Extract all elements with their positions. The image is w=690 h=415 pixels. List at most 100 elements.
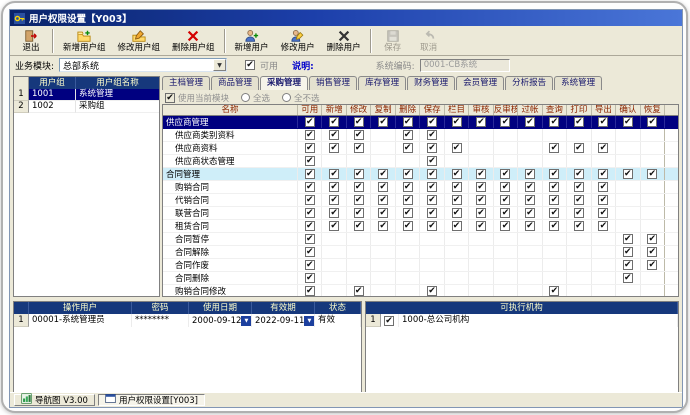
permission-checkbox[interactable]: ✔: [403, 143, 413, 153]
perm-cell[interactable]: [566, 285, 590, 297]
permission-checkbox[interactable]: ✔: [623, 247, 633, 257]
perm-cell[interactable]: [640, 220, 664, 232]
permission-checkbox[interactable]: ✔: [354, 221, 364, 231]
perm-cell[interactable]: ✔: [395, 129, 419, 141]
perm-cell[interactable]: ✔: [615, 259, 639, 271]
perm-cell[interactable]: [321, 272, 345, 284]
permission-checkbox[interactable]: ✔: [378, 169, 388, 179]
permission-checkbox[interactable]: ✔: [378, 208, 388, 218]
perm-cell[interactable]: [640, 181, 664, 193]
permission-checkbox[interactable]: ✔: [525, 221, 535, 231]
perm-row[interactable]: 租赁合同✔✔✔✔✔✔✔✔✔✔✔✔✔: [163, 220, 678, 233]
perm-cell[interactable]: [370, 233, 394, 245]
perm-cell[interactable]: ✔: [297, 233, 321, 245]
permission-checkbox[interactable]: ✔: [305, 260, 315, 270]
permission-checkbox[interactable]: ✔: [378, 182, 388, 192]
perm-cell[interactable]: [321, 285, 345, 297]
perm-cell[interactable]: ✔: [395, 116, 419, 128]
permission-checkbox[interactable]: ✔: [525, 169, 535, 179]
perm-cell[interactable]: [444, 272, 468, 284]
perm-cell[interactable]: [370, 285, 394, 297]
perm-cell[interactable]: [640, 272, 664, 284]
perm-cell[interactable]: [517, 272, 541, 284]
perm-cell[interactable]: [517, 129, 541, 141]
perm-cell[interactable]: ✔: [542, 285, 566, 297]
permission-checkbox[interactable]: ✔: [549, 169, 559, 179]
perm-cell[interactable]: [468, 272, 492, 284]
perm-cell[interactable]: [370, 155, 394, 167]
perm-cell[interactable]: [444, 246, 468, 258]
perm-cell[interactable]: [517, 142, 541, 154]
permission-checkbox[interactable]: ✔: [500, 169, 510, 179]
perm-cell[interactable]: [615, 129, 639, 141]
perm-cell[interactable]: ✔: [542, 168, 566, 180]
org-row[interactable]: 1✔1000-总公司机构: [366, 314, 678, 327]
tab-库存管理[interactable]: 库存管理: [358, 76, 406, 90]
perm-cell[interactable]: ✔: [297, 259, 321, 271]
perm-cell[interactable]: ✔: [566, 181, 590, 193]
perm-cell[interactable]: ✔: [517, 220, 541, 232]
operator-row[interactable]: 100001-系统管理员********2000-09-12▼2022-09-1…: [14, 314, 361, 327]
perm-cell[interactable]: ✔: [468, 116, 492, 128]
perm-row[interactable]: 供应商资料✔✔✔✔✔✔✔✔✔: [163, 142, 678, 155]
permission-checkbox[interactable]: ✔: [427, 169, 437, 179]
perm-cell[interactable]: [395, 246, 419, 258]
perm-cell[interactable]: [517, 285, 541, 297]
permission-checkbox[interactable]: ✔: [329, 182, 339, 192]
permission-checkbox[interactable]: ✔: [403, 130, 413, 140]
perm-cell[interactable]: ✔: [395, 181, 419, 193]
perm-cell[interactable]: ✔: [297, 142, 321, 154]
perm-cell[interactable]: ✔: [419, 220, 443, 232]
permission-checkbox[interactable]: ✔: [403, 117, 413, 127]
perm-cell[interactable]: ✔: [346, 207, 370, 219]
perm-cell[interactable]: [468, 129, 492, 141]
perm-cell[interactable]: [419, 233, 443, 245]
perm-cell[interactable]: ✔: [370, 181, 394, 193]
perm-cell[interactable]: [493, 246, 517, 258]
permission-checkbox[interactable]: ✔: [305, 169, 315, 179]
perm-cell[interactable]: ✔: [566, 194, 590, 206]
perm-cell[interactable]: ✔: [591, 220, 615, 232]
perm-cell[interactable]: ✔: [566, 142, 590, 154]
perm-cell[interactable]: ✔: [591, 116, 615, 128]
perm-cell[interactable]: ✔: [297, 246, 321, 258]
permission-checkbox[interactable]: ✔: [623, 234, 633, 244]
perm-cell[interactable]: ✔: [640, 168, 664, 180]
enabled-checkbox[interactable]: ✔: [245, 60, 255, 70]
permission-checkbox[interactable]: ✔: [403, 208, 413, 218]
perm-cell[interactable]: [566, 272, 590, 284]
permission-checkbox[interactable]: ✔: [476, 117, 486, 127]
perm-cell[interactable]: [346, 155, 370, 167]
permission-checkbox[interactable]: ✔: [598, 117, 608, 127]
perm-cell[interactable]: [444, 259, 468, 271]
perm-cell[interactable]: [542, 259, 566, 271]
perm-row[interactable]: 合同解除✔✔✔: [163, 246, 678, 259]
user-group-row[interactable]: 11001系统管理: [14, 89, 159, 101]
permission-checkbox[interactable]: ✔: [305, 143, 315, 153]
perm-cell[interactable]: ✔: [419, 116, 443, 128]
perm-cell[interactable]: [493, 272, 517, 284]
perm-cell[interactable]: [493, 155, 517, 167]
permission-checkbox[interactable]: ✔: [452, 182, 462, 192]
permission-checkbox[interactable]: ✔: [305, 182, 315, 192]
perm-cell[interactable]: ✔: [640, 116, 664, 128]
permission-checkbox[interactable]: ✔: [329, 143, 339, 153]
perm-cell[interactable]: [370, 129, 394, 141]
toolbar-button-exit[interactable]: 退出: [13, 27, 49, 55]
perm-cell[interactable]: ✔: [346, 116, 370, 128]
perm-cell[interactable]: ✔: [517, 168, 541, 180]
perm-cell[interactable]: [346, 233, 370, 245]
permission-checkbox[interactable]: ✔: [305, 117, 315, 127]
perm-cell[interactable]: ✔: [444, 181, 468, 193]
permission-checkbox[interactable]: ✔: [354, 182, 364, 192]
permission-checkbox[interactable]: ✔: [378, 117, 388, 127]
perm-cell[interactable]: ✔: [419, 181, 443, 193]
perm-cell[interactable]: ✔: [321, 194, 345, 206]
perm-cell[interactable]: ✔: [297, 168, 321, 180]
permission-checkbox[interactable]: ✔: [598, 143, 608, 153]
permission-checkbox[interactable]: ✔: [305, 130, 315, 140]
perm-cell[interactable]: ✔: [468, 207, 492, 219]
perm-cell[interactable]: ✔: [542, 220, 566, 232]
perm-cell[interactable]: ✔: [444, 142, 468, 154]
perm-cell[interactable]: ✔: [591, 168, 615, 180]
